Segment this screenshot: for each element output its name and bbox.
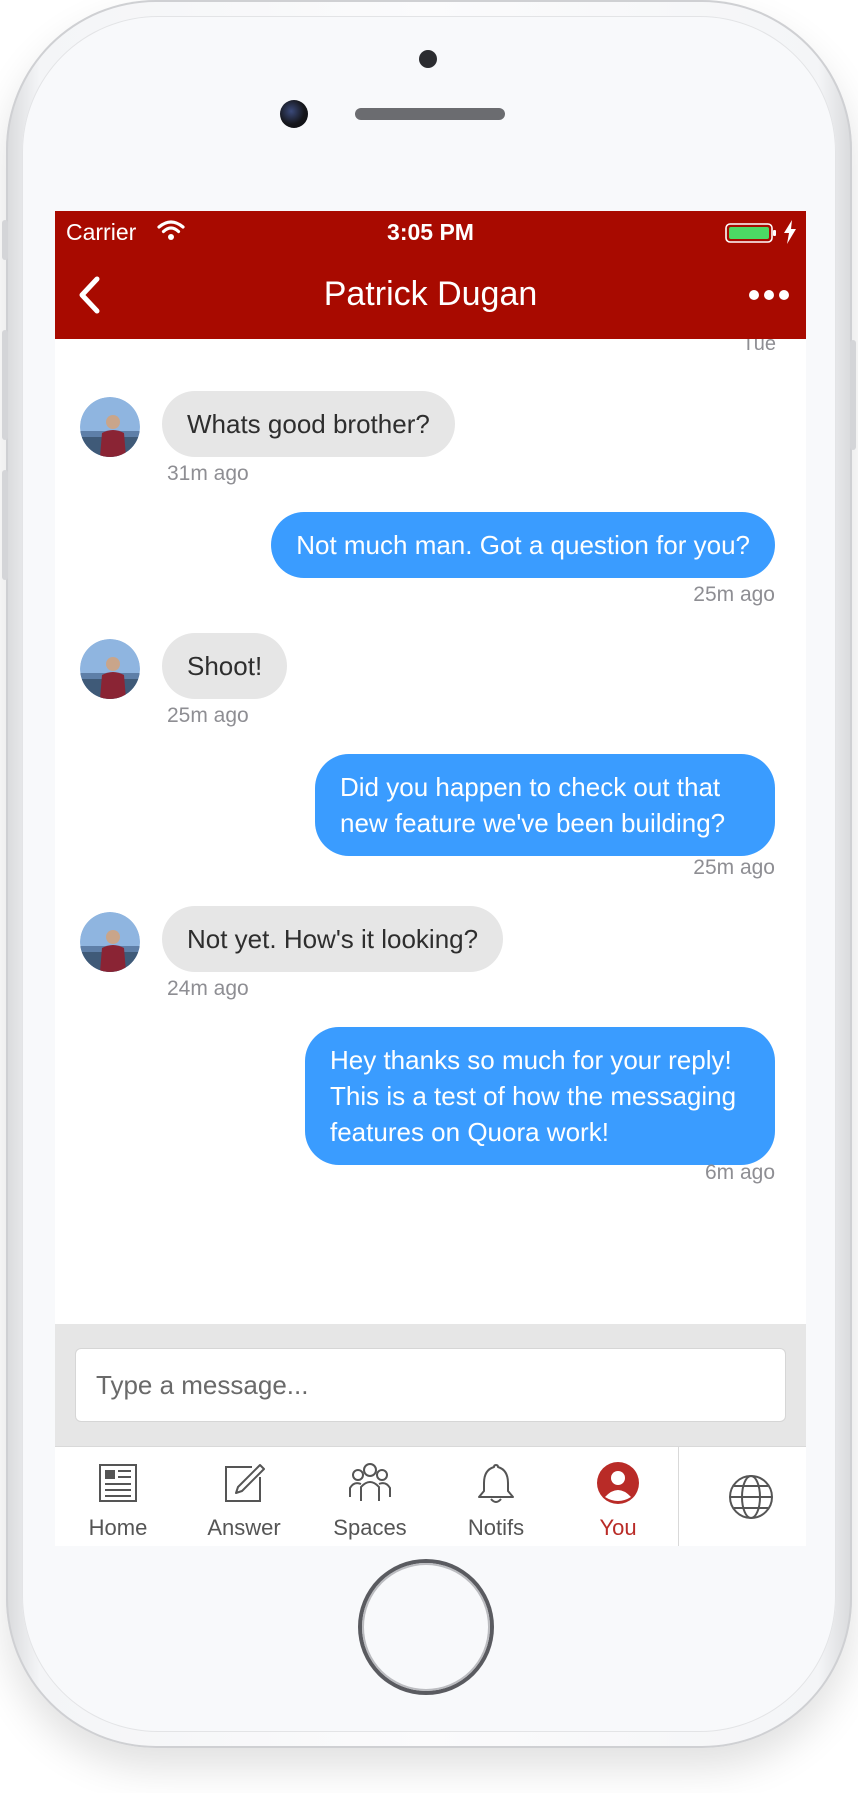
message-input[interactable] (75, 1348, 786, 1422)
user-avatar-icon (597, 1462, 639, 1504)
message-timestamp: 6m ago (704, 1161, 775, 1184)
contact-avatar[interactable] (80, 639, 140, 699)
message-timestamp: 25m ago (693, 856, 775, 879)
message-composer (55, 1324, 806, 1446)
bottom-tab-bar: Home Answer Spaces Notifs You (55, 1446, 806, 1546)
people-group-icon (349, 1463, 391, 1501)
tab-label: Notifs (467, 1515, 525, 1540)
mute-switch (2, 220, 8, 260)
front-camera-icon (280, 100, 308, 128)
tab-label: Answer (207, 1515, 281, 1540)
tab-spaces[interactable]: Spaces (307, 1447, 433, 1546)
volume-up-button (2, 330, 8, 440)
tab-label: Home (88, 1515, 148, 1540)
proximity-sensor (419, 50, 437, 68)
bell-icon (478, 1464, 514, 1503)
earpiece-speaker (355, 108, 505, 120)
tab-home[interactable]: Home (55, 1447, 181, 1546)
avatar-photo (80, 397, 140, 457)
avatar-photo (80, 912, 140, 972)
volume-down-button (2, 470, 8, 580)
outgoing-message-bubble[interactable]: Not much man. Got a question for you? (271, 512, 775, 578)
conversation-header: Patrick Dugan (55, 251, 806, 339)
power-button (850, 340, 856, 450)
day-separator: Tue (742, 339, 776, 355)
message-timestamp: 31m ago (167, 462, 249, 485)
language-switch[interactable] (695, 1447, 806, 1546)
avatar-photo (80, 639, 140, 699)
tab-notifs[interactable]: Notifs (433, 1447, 559, 1546)
incoming-message-bubble[interactable]: Shoot! (162, 633, 288, 699)
home-button[interactable] (362, 1563, 490, 1691)
message-list[interactable]: Tue Whats good brother? 31m ago Not much… (55, 339, 806, 1324)
battery-icon (725, 223, 776, 243)
news-feed-icon (99, 1464, 137, 1502)
outgoing-message-bubble[interactable]: Did you happen to check out that new fea… (315, 754, 775, 856)
ellipsis-icon[interactable] (748, 281, 790, 309)
incoming-message-bubble[interactable]: Whats good brother? (162, 391, 455, 457)
message-timestamp: 24m ago (167, 977, 249, 1000)
tab-answer[interactable]: Answer (181, 1447, 307, 1546)
contact-name: Patrick Dugan (323, 275, 538, 313)
contact-avatar[interactable] (80, 397, 140, 457)
globe-icon (729, 1475, 773, 1519)
incoming-message-bubble[interactable]: Not yet. How's it looking? (162, 906, 504, 972)
message-timestamp: 25m ago (167, 704, 249, 727)
tab-divider (678, 1447, 679, 1546)
tab-label: You (599, 1515, 637, 1540)
pencil-square-icon (225, 1464, 265, 1502)
status-time: 3:05 PM (387, 219, 474, 245)
tab-label: Spaces (333, 1515, 407, 1540)
charging-bolt-icon (784, 220, 796, 244)
tab-you[interactable]: You (555, 1447, 681, 1546)
message-timestamp: 25m ago (693, 583, 775, 606)
outgoing-message-bubble[interactable]: Hey thanks so much for your reply! This … (305, 1027, 775, 1165)
contact-avatar[interactable] (80, 912, 140, 972)
app-screen: Carrier 3:05 PM Patrick Dugan Tue Whats … (55, 211, 806, 1546)
status-bar: Carrier 3:05 PM (55, 211, 806, 251)
